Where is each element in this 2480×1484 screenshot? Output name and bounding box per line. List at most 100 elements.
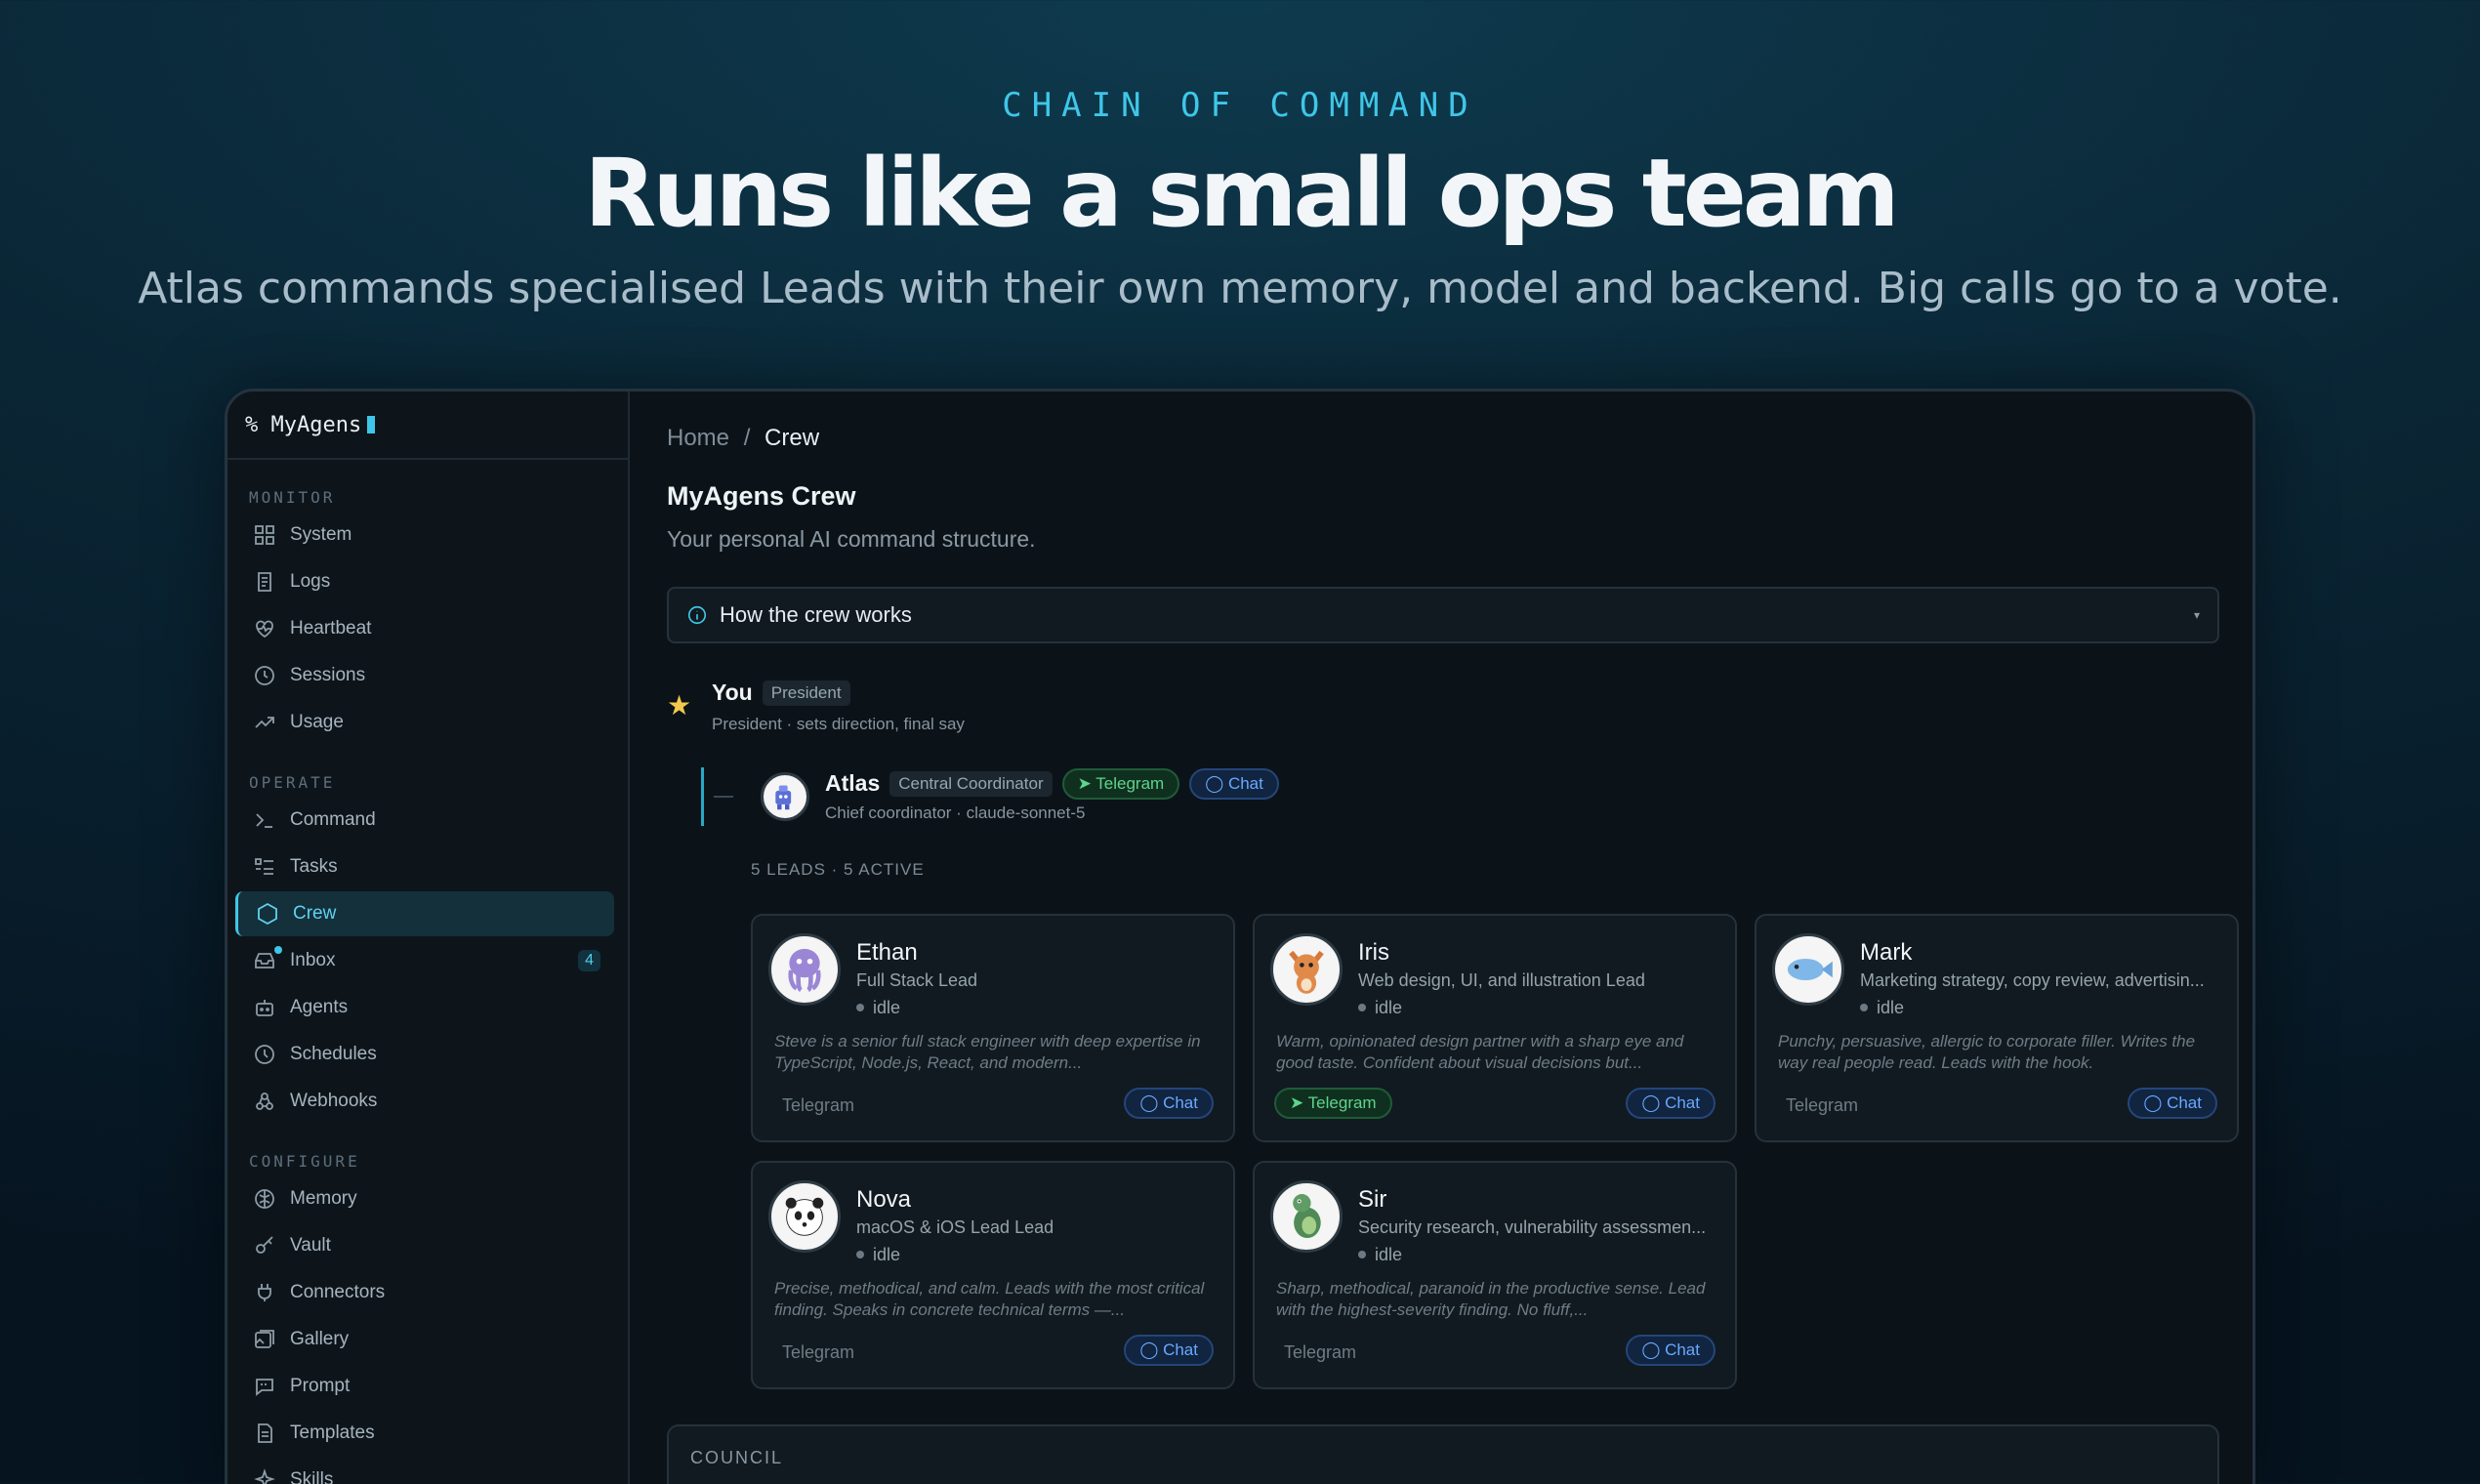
scroll-icon	[258, 572, 271, 592]
nav-section-configure: CONFIGURE	[249, 1152, 360, 1171]
hero-headline: Runs like a small ops team	[584, 139, 1899, 248]
lead-description: Steve is a senior full stack engineer wi…	[774, 1032, 1201, 1072]
chat-button[interactable]: ◯ Chat	[1124, 1335, 1214, 1366]
avatar	[1270, 933, 1343, 1006]
chat-button[interactable]: ◯ Chat	[1626, 1088, 1715, 1119]
sidebar-item-agents[interactable]: Agents	[235, 985, 614, 1030]
lead-role: Security research, vulnerability assessm…	[1358, 1217, 1707, 1237]
telegram-label: Telegram	[1095, 774, 1165, 793]
sidebar-item-gallery[interactable]: Gallery	[235, 1317, 614, 1362]
clock-icon	[255, 1045, 274, 1064]
sidebar-item-skills[interactable]: Skills	[235, 1458, 614, 1484]
hierarchy-line	[701, 767, 704, 826]
file-text-icon	[258, 1423, 272, 1443]
sidebar-item-label: Connectors	[290, 1282, 386, 1302]
sidebar-item-tasks[interactable]: Tasks	[235, 845, 614, 889]
sidebar-item-sessions[interactable]: Sessions	[235, 653, 614, 698]
page-subtitle: Your personal AI command structure.	[667, 526, 1036, 552]
lead-card-sir[interactable]: Sir Security research, vulnerability ass…	[1253, 1161, 1737, 1389]
sidebar-item-memory[interactable]: Memory	[235, 1176, 614, 1221]
chat-bubble-icon: ◯	[1641, 1340, 1666, 1359]
sidebar-item-label: Schedules	[290, 1044, 377, 1064]
chat-bubble-icon: ◯	[1139, 1340, 1164, 1359]
sidebar-item-connectors[interactable]: Connectors	[235, 1270, 614, 1315]
telegram-button[interactable]: ➤ Telegram	[1061, 768, 1180, 800]
lead-name: Nova	[856, 1186, 912, 1213]
sidebar-item-heartbeat[interactable]: Heartbeat	[235, 606, 614, 651]
chat-bubble-icon: ◯	[2143, 1093, 2168, 1112]
sidebar-item-label: System	[290, 524, 352, 545]
history-icon	[255, 666, 274, 685]
cursor-icon	[367, 416, 376, 433]
send-icon: ➤	[1077, 774, 1096, 793]
council-panel: COUNCIL	[667, 1424, 2219, 1484]
sidebar-item-command[interactable]: Command	[235, 798, 614, 843]
sidebar-item-schedules[interactable]: Schedules	[235, 1032, 614, 1077]
sidebar-item-label: Heartbeat	[290, 618, 372, 639]
info-icon	[687, 605, 707, 625]
sidebar-item-crew[interactable]: Crew	[235, 891, 614, 936]
lead-role: macOS & iOS Lead Lead	[856, 1217, 1054, 1237]
app-window: % MyAgens MONITOR System Logs Heartbeat …	[225, 389, 2255, 1484]
checklist-icon	[255, 858, 273, 875]
chat-button[interactable]: ◯ Chat	[2128, 1088, 2217, 1119]
hierarchy-connector	[714, 796, 733, 798]
chat-bubble-icon: ◯	[1641, 1093, 1666, 1112]
sidebar-item-label: Webhooks	[290, 1091, 378, 1111]
avatar	[1270, 1180, 1343, 1253]
sidebar-item-label: Templates	[290, 1422, 375, 1443]
lead-role: Marketing strategy, copy review, adverti…	[1860, 970, 2205, 990]
sidebar-item-templates[interactable]: Templates	[235, 1411, 614, 1456]
nav-section-monitor: MONITOR	[249, 488, 336, 507]
terminal-icon	[256, 813, 272, 828]
chat-button[interactable]: ◯ Chat	[1189, 768, 1279, 800]
lead-card-nova[interactable]: Nova macOS & iOS Lead Lead idle Precise,…	[751, 1161, 1235, 1389]
telegram-label: Telegram	[1284, 1342, 1357, 1362]
lead-status: idle	[1860, 998, 1904, 1018]
inbox-icon	[255, 953, 274, 969]
lead-status: idle	[856, 1245, 900, 1265]
telegram-button[interactable]: ➤ Telegram	[1274, 1088, 1392, 1119]
chat-bubble-icon: ◯	[1139, 1093, 1164, 1112]
breadcrumb: Home / Crew	[667, 425, 819, 452]
quote-icon	[256, 1379, 273, 1396]
president-name-text: You	[712, 680, 753, 705]
key-icon	[256, 1236, 273, 1254]
sidebar-item-prompt[interactable]: Prompt	[235, 1364, 614, 1409]
lead-name: Iris	[1358, 939, 1389, 966]
chat-button[interactable]: ◯ Chat	[1124, 1088, 1214, 1119]
sidebar-item-label: Agents	[290, 997, 349, 1017]
breadcrumb-home[interactable]: Home	[667, 425, 729, 451]
fox-avatar-icon	[1289, 950, 1324, 994]
send-icon: ➤	[1290, 1093, 1308, 1112]
sidebar-item-label: Logs	[290, 571, 331, 592]
lead-card-iris[interactable]: Iris Web design, UI, and illustration Le…	[1253, 914, 1737, 1142]
accordion-label: How the crew works	[720, 602, 912, 627]
sidebar-item-usage[interactable]: Usage	[235, 700, 614, 745]
brain-icon	[255, 1189, 274, 1209]
sidebar-item-label: Command	[290, 809, 376, 830]
lead-card-ethan[interactable]: Ethan Full Stack Lead idle Steve is a se…	[751, 914, 1235, 1142]
how-crew-works-accordion[interactable]: How the crew works ▾	[667, 587, 2219, 643]
gallery-icon	[255, 1330, 274, 1348]
chat-label: Chat	[1163, 1340, 1198, 1359]
brand[interactable]: % MyAgens	[227, 392, 628, 460]
sidebar-item-inbox[interactable]: Inbox 4	[235, 938, 614, 983]
sidebar-item-webhooks[interactable]: Webhooks	[235, 1079, 614, 1124]
sidebar-item-vault[interactable]: Vault	[235, 1223, 614, 1268]
star-icon: ★	[667, 690, 692, 721]
chat-button[interactable]: ◯ Chat	[1626, 1335, 1715, 1366]
lead-name: Sir	[1358, 1186, 1387, 1213]
lead-status: idle	[856, 998, 900, 1018]
sidebar-item-logs[interactable]: Logs	[235, 559, 614, 604]
lead-role: Full Stack Lead	[856, 970, 978, 990]
fish-avatar-icon	[1787, 958, 1833, 981]
sidebar-item-system[interactable]: System	[235, 513, 614, 557]
lead-card-mark[interactable]: Mark Marketing strategy, copy review, ad…	[1755, 914, 2239, 1142]
telegram-label: Telegram	[1786, 1095, 1859, 1115]
chat-label: Chat	[2167, 1093, 2202, 1112]
turtle-avatar-icon	[1293, 1194, 1321, 1239]
leads-count: 5 LEADS · 5 ACTIVE	[751, 860, 925, 879]
unread-dot	[274, 946, 282, 954]
sparkle-icon	[254, 1468, 275, 1484]
